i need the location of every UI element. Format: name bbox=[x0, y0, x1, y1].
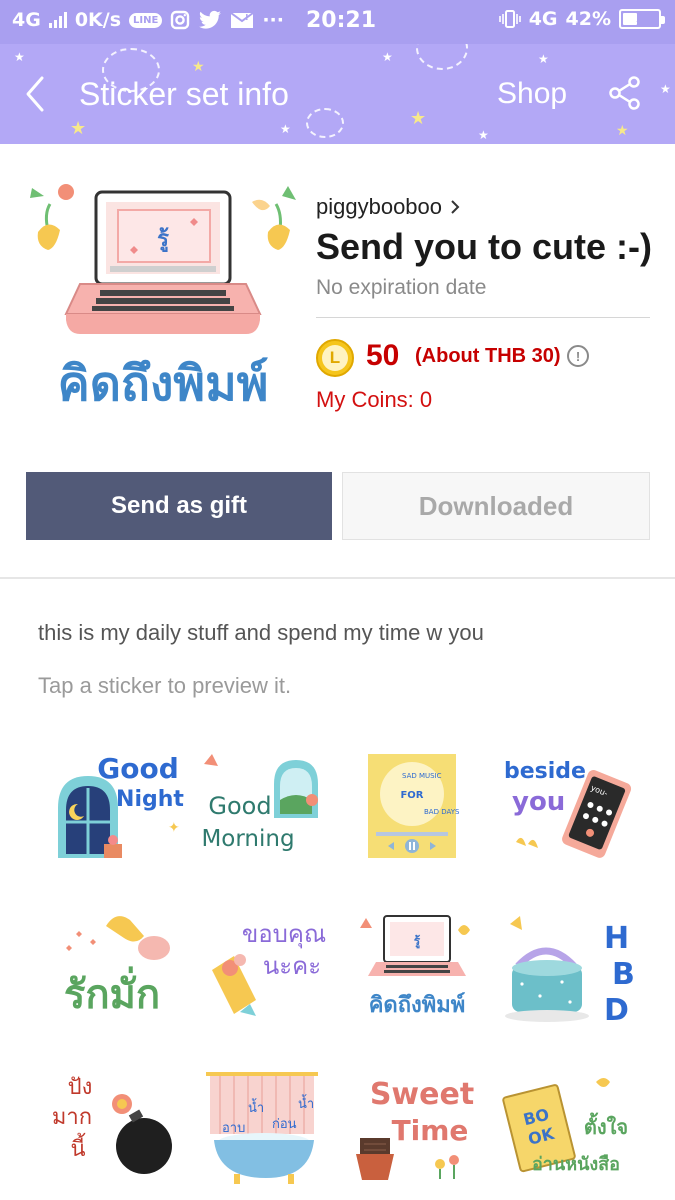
sticker-text: Time bbox=[392, 1114, 469, 1147]
sticker-text: ปัง bbox=[68, 1075, 93, 1100]
author-name: piggybooboo bbox=[316, 194, 443, 219]
network-label-right: 4G bbox=[528, 8, 558, 30]
sticker-text: อาบ bbox=[222, 1121, 245, 1136]
chevron-left-icon[interactable] bbox=[24, 74, 48, 114]
star-icon: ★ bbox=[478, 128, 489, 142]
sticker-text: รักมั่ก bbox=[64, 966, 160, 1018]
coin-letter: L bbox=[322, 345, 348, 371]
svg-text:!: ! bbox=[245, 13, 249, 22]
my-coins-label: My Coins: 0 bbox=[316, 387, 433, 412]
sticker-book[interactable]: BO OK ตั้งใจ อ่านหนังสือ bbox=[500, 1068, 640, 1198]
sticker-text: รู้ bbox=[414, 934, 421, 949]
downloaded-button[interactable]: Downloaded bbox=[342, 472, 650, 540]
star-icon: ★ bbox=[538, 52, 549, 66]
sticker-bath[interactable]: อาบ น้ำ ก่อน น้ำ bbox=[200, 1068, 340, 1198]
twitter-icon bbox=[199, 10, 222, 29]
page-title: Sticker set info bbox=[79, 76, 289, 112]
sticker-text: Night bbox=[116, 787, 184, 812]
sticker-good-night[interactable]: Good Night ✦ bbox=[50, 748, 190, 878]
battery-percent: 42% bbox=[565, 8, 611, 30]
sticker-text: Sweet bbox=[370, 1077, 474, 1112]
sticker-text: คิดถึงพิมพ์ bbox=[369, 992, 466, 1018]
sticker-text: Good bbox=[97, 752, 179, 785]
sticker-text: นะคะ bbox=[263, 952, 321, 980]
sticker-text: น้ำ bbox=[248, 1098, 264, 1116]
decor-doodle bbox=[306, 108, 344, 138]
star-icon: ★ bbox=[616, 122, 629, 138]
sticker-text: you bbox=[512, 787, 565, 817]
chevron-right-icon bbox=[451, 200, 460, 214]
send-as-gift-button[interactable]: Send as gift bbox=[26, 472, 332, 540]
sticker-set-name: Send you to cute :-) bbox=[316, 226, 652, 267]
svg-text:รู้: รู้ bbox=[157, 227, 169, 253]
mail-icon: ! bbox=[230, 12, 254, 28]
sticker-hbd[interactable]: H B D bbox=[500, 908, 640, 1038]
sticker-text: FOR bbox=[400, 790, 423, 801]
sticker-text: ตั้งใจ bbox=[584, 1112, 628, 1139]
sticker-text: อ่านหนังสือ bbox=[532, 1154, 620, 1175]
status-right: 4G 42% ⚡ bbox=[498, 8, 665, 30]
status-bar: 4G 0K/s LINE ! ··· 20:21 4G 42% ⚡ bbox=[0, 0, 675, 44]
speed-label: 0K/s bbox=[74, 9, 122, 31]
more-notifications-icon: ··· bbox=[262, 9, 284, 31]
sticker-text: ก่อน bbox=[272, 1117, 297, 1132]
cover-text: คิดถึงพิมพ์ bbox=[58, 356, 269, 412]
sticker-love-lots[interactable]: รักมั่ก bbox=[50, 908, 190, 1038]
flower-icon bbox=[30, 184, 74, 250]
divider bbox=[316, 317, 650, 318]
network-label: 4G bbox=[12, 9, 41, 31]
sticker-text: Good bbox=[208, 792, 271, 820]
price-value: 50 bbox=[366, 339, 400, 372]
sticker-good-morning[interactable]: Good Morning bbox=[200, 748, 340, 878]
sticker-set-cover: รู้ คิดถึงพิมพ์ bbox=[30, 184, 296, 412]
sticker-beside-you[interactable]: beside you you- bbox=[500, 748, 640, 878]
section-divider bbox=[0, 577, 675, 579]
sticker-thank-you[interactable]: ขอบคุณ นะคะ bbox=[200, 908, 340, 1038]
line-coin-icon: L bbox=[316, 339, 354, 377]
preview-hint: Tap a sticker to preview it. bbox=[38, 673, 292, 698]
sticker-text: SAD MUSIC bbox=[402, 772, 442, 780]
instagram-icon bbox=[171, 10, 190, 30]
line-icon: LINE bbox=[129, 12, 163, 28]
signal-icon bbox=[48, 12, 67, 28]
sticker-text: น้ำ bbox=[298, 1094, 314, 1112]
star-icon: ★ bbox=[14, 50, 25, 64]
star-icon: ★ bbox=[70, 118, 87, 138]
vibrate-icon bbox=[498, 10, 521, 28]
sticker-text: มาก bbox=[52, 1105, 92, 1130]
sticker-text: H bbox=[604, 921, 629, 956]
sticker-text: beside bbox=[504, 759, 586, 784]
sticker-sad-music[interactable]: SAD MUSIC FOR BAD DAYS bbox=[350, 748, 490, 878]
flower-icon bbox=[252, 186, 296, 250]
status-left: 4G 0K/s LINE ! ··· bbox=[12, 9, 284, 31]
sticker-text: ขอบคุณ bbox=[242, 920, 326, 949]
star-icon: ★ bbox=[192, 58, 205, 74]
sticker-sweet-time[interactable]: Sweet Time bbox=[350, 1068, 490, 1198]
sticker-grid: Good Night ✦ Good Morning SAD MUSIC FOR … bbox=[40, 742, 640, 1192]
sticker-text: B bbox=[612, 957, 635, 992]
shop-button[interactable]: Shop bbox=[497, 77, 567, 111]
info-icon[interactable]: ! bbox=[567, 345, 589, 367]
sticker-missing-typing[interactable]: รู้ คิดถึงพิมพ์ bbox=[350, 908, 490, 1038]
star-icon: ★ bbox=[660, 82, 671, 96]
star-icon: ★ bbox=[280, 122, 291, 136]
set-description: this is my daily stuff and spend my time… bbox=[38, 620, 484, 645]
expiration-label: No expiration date bbox=[316, 276, 487, 299]
decor-doodle bbox=[416, 44, 468, 70]
sticker-text: นี้ bbox=[70, 1133, 85, 1162]
star-icon: ★ bbox=[410, 108, 427, 128]
share-icon[interactable] bbox=[608, 76, 642, 110]
author-link[interactable]: piggybooboo bbox=[316, 194, 460, 220]
battery-icon: ⚡ bbox=[619, 9, 665, 29]
sticker-text: Morning bbox=[201, 826, 294, 852]
price-about: (About THB 30) bbox=[415, 345, 561, 367]
app-header: ★ ★ ★ ★ ★ ★ ★ ★ ★ ★ Sticker set info Sho… bbox=[0, 44, 675, 144]
clock: 20:21 bbox=[306, 8, 377, 33]
star-icon: ★ bbox=[382, 50, 393, 64]
sticker-text: D bbox=[604, 993, 629, 1028]
sticker-bomb[interactable]: ปัง มาก นี้ bbox=[50, 1068, 190, 1198]
sticker-text: BAD DAYS bbox=[424, 808, 460, 816]
svg-text:✦: ✦ bbox=[168, 819, 180, 835]
